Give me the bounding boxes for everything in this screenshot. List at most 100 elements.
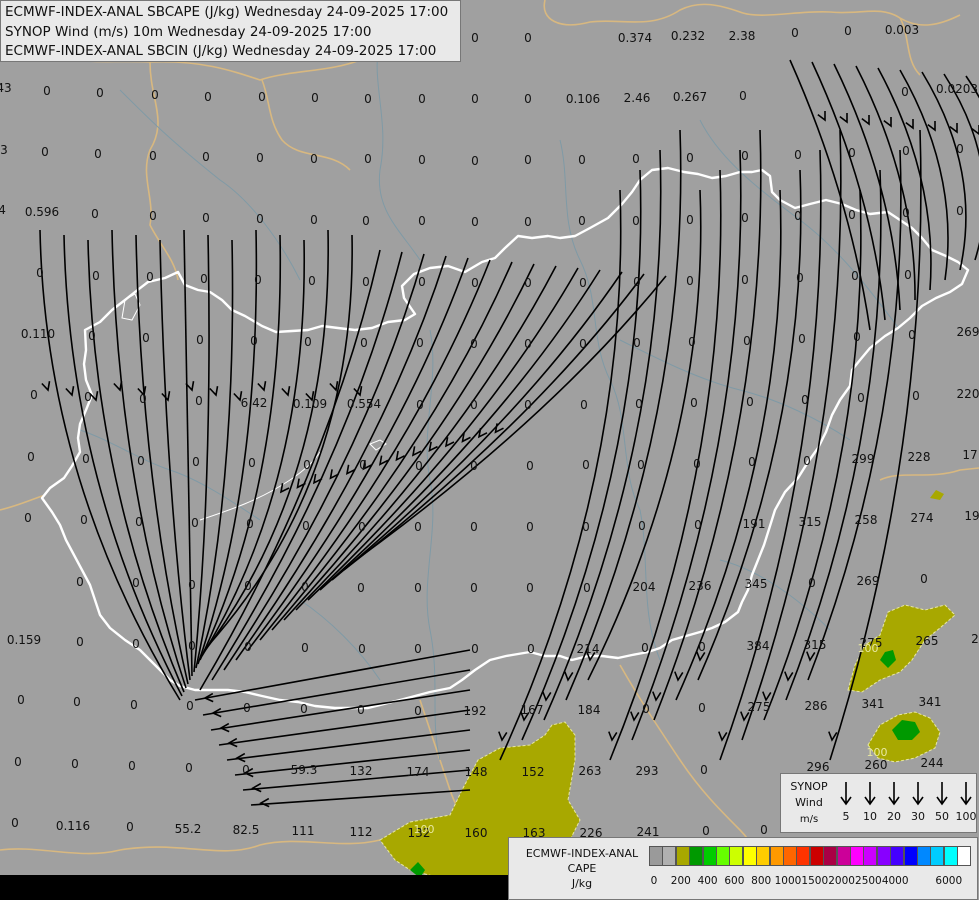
grid-value-label: 0 (702, 824, 710, 838)
grid-value-label: 3 (0, 143, 8, 157)
grid-value-label: 0 (741, 211, 749, 225)
map-title-box: ECMWF-INDEX-ANAL SBCAPE (J/kg) Wednesday… (0, 0, 461, 62)
grid-value-label: 0 (690, 396, 698, 410)
grid-value-label: 0 (956, 204, 964, 218)
grid-value-label: 214 (577, 642, 600, 656)
grid-value-label: 0 (920, 572, 928, 586)
grid-value-label: 192 (464, 704, 487, 718)
grid-value-label: 0 (246, 517, 254, 531)
grid-value-label: 0 (149, 209, 157, 223)
grid-value-label: 0 (308, 274, 316, 288)
grid-value-label: 0.596 (25, 205, 59, 219)
grid-value-label: 0 (36, 266, 44, 280)
grid-value-label: 275 (748, 700, 771, 714)
grid-value-label: 0 (192, 455, 200, 469)
grid-value-label: 0 (688, 335, 696, 349)
grid-value-label: 0 (524, 398, 532, 412)
cape-color-swatch (675, 846, 690, 866)
grid-value-label: 0 (848, 208, 856, 222)
cape-scale-label: 600 (724, 875, 745, 887)
grid-value-label: 0 (632, 152, 640, 166)
grid-value-label: 0.003 (885, 23, 919, 37)
wind-speed-5: 5 (842, 810, 850, 823)
cape-color-swatch (957, 846, 972, 866)
grid-value-label: 174 (407, 765, 430, 779)
grid-value-label: 0 (362, 214, 370, 228)
grid-value-label: 0 (96, 86, 104, 100)
cape-scale-label: 2500 (855, 875, 882, 887)
grid-value-label: 184 (578, 703, 601, 717)
grid-value-label: 0 (853, 330, 861, 344)
grid-value-label: 0 (71, 757, 79, 771)
grid-value-label: 0 (418, 275, 426, 289)
cape-legend-name: CAPE (567, 862, 597, 875)
grid-value-label: 0 (801, 393, 809, 407)
grid-value-label: 0 (808, 576, 816, 590)
cape-color-swatch (850, 846, 864, 866)
wind-speed-10: 10 (863, 810, 877, 823)
cape-legend-source: ECMWF-INDEX-ANAL (525, 847, 639, 860)
grid-value-label: 0 (256, 212, 264, 226)
grid-value-label: 0 (526, 520, 534, 534)
wind-arrow-icons (840, 782, 972, 806)
grid-value-label: 286 (805, 699, 828, 713)
grid-value-label: 0 (414, 704, 422, 718)
grid-value-label: 0 (248, 456, 256, 470)
cape-color-swatch (756, 846, 771, 866)
grid-value-label: 0 (686, 274, 694, 288)
grid-value-label: 0 (803, 454, 811, 468)
grid-value-label: 0 (580, 398, 588, 412)
grid-value-label: 0 (364, 152, 372, 166)
grid-value-label: 341 (919, 695, 942, 709)
cape-scale-label: 0 (650, 875, 658, 887)
grid-value-label: 111 (292, 824, 315, 838)
grid-value-label: 0 (902, 144, 910, 158)
cape-color-swatch (836, 846, 851, 866)
grid-value-label: 4 (0, 203, 6, 217)
grid-value-label: 0 (76, 635, 84, 649)
cape-color-swatch (783, 846, 797, 866)
grid-value-label: 0 (415, 459, 423, 473)
cape-scale-label: 4000 (881, 875, 909, 887)
wind-speed-30: 30 (911, 810, 925, 823)
grid-value-label: 0 (633, 275, 641, 289)
grid-value-label: 0 (524, 337, 532, 351)
grid-value-label: 0 (470, 459, 478, 473)
grid-value-label: 0 (760, 823, 768, 837)
grid-value-label: 0 (418, 153, 426, 167)
grid-value-label: 0 (88, 329, 96, 343)
cape-color-swatch (890, 846, 905, 866)
grid-value-label: 0 (741, 273, 749, 287)
cin-title: ECMWF-INDEX-ANAL SBCIN (J/kg) Wednesday … (5, 43, 437, 59)
grid-value-label: 0 (857, 391, 865, 405)
grid-value-label: 0 (126, 820, 134, 834)
grid-value-label: 0 (414, 581, 422, 595)
grid-value-label: 0 (132, 637, 140, 651)
grid-value-label: 0 (91, 207, 99, 221)
grid-value-label: 0 (73, 695, 81, 709)
grid-value-label: 236 (689, 579, 712, 593)
grid-value-label: 0 (202, 211, 210, 225)
grid-value-label: 0.159 (7, 633, 41, 647)
grid-value-label: 0 (686, 213, 694, 227)
grid-value-label: 296 (807, 760, 830, 774)
grid-value-label: 0 (200, 272, 208, 286)
cape-legend-title: ECMWF-INDEX-ANAL CAPE J/kg (515, 846, 649, 891)
grid-value-label: 0.106 (566, 92, 600, 106)
grid-value-label: 0 (578, 153, 586, 167)
grid-value-label: 0 (414, 520, 422, 534)
cape-scale-label: 2000 (828, 875, 855, 887)
grid-value-label: 59.3 (291, 763, 318, 777)
grid-value-label: 0 (694, 518, 702, 532)
cape-legend: ECMWF-INDEX-ANAL CAPE J/kg 0 200 400 600 800… (508, 837, 978, 900)
grid-value-label: 6.42 (241, 396, 268, 410)
grid-value-label: 0 (94, 147, 102, 161)
grid-value-label: 0.374 (618, 31, 652, 45)
cape-legend-unit: J/kg (571, 877, 593, 890)
grid-value-label: 0 (242, 763, 250, 777)
grid-value-label: 17 (962, 448, 977, 462)
grid-value-label: 0 (582, 520, 590, 534)
grid-value-label: 0 (527, 642, 535, 656)
grid-value-label: 0.232 (671, 29, 705, 43)
grid-value-label: 0 (196, 333, 204, 347)
